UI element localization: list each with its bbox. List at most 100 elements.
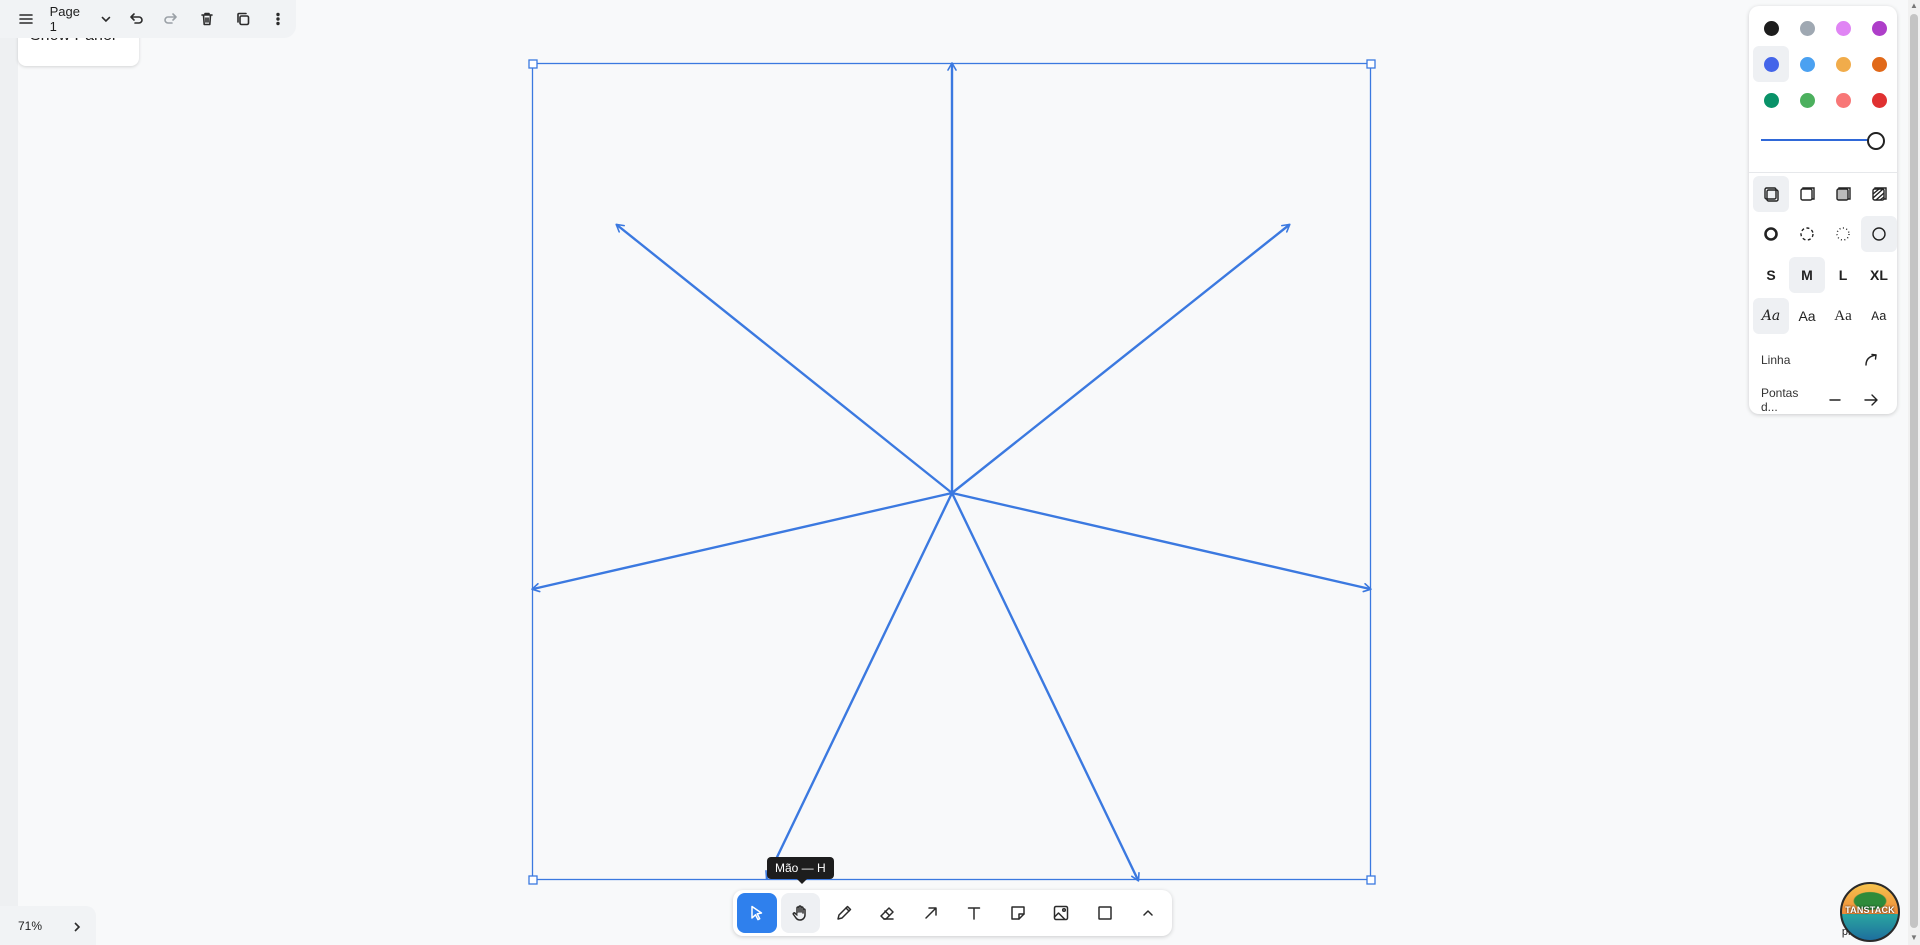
- font-mono-option[interactable]: Aa: [1861, 298, 1897, 334]
- chevron-up-icon: [1143, 910, 1153, 916]
- color-dot: [1799, 56, 1815, 72]
- resize-handle-top-left[interactable]: [528, 59, 538, 69]
- fill-none-option[interactable]: [1753, 176, 1789, 212]
- tooltip: Mão — H: [767, 857, 834, 884]
- undo-button[interactable]: [118, 0, 154, 38]
- fill-pattern-option[interactable]: [1861, 176, 1897, 212]
- size-option-xl[interactable]: XL: [1861, 257, 1897, 293]
- more-actions-button[interactable]: [260, 0, 296, 38]
- opacity-slider-thumb[interactable]: [1867, 132, 1885, 150]
- color-swatch-grey[interactable]: [1789, 10, 1825, 46]
- opacity-slider-track: [1761, 139, 1877, 141]
- draw-tool[interactable]: [824, 893, 864, 933]
- color-swatch-light-violet[interactable]: [1825, 10, 1861, 46]
- color-dot: [1763, 20, 1779, 36]
- note-icon: [1011, 906, 1025, 920]
- hand-tool[interactable]: [780, 893, 820, 933]
- rectangle-tool[interactable]: [1085, 893, 1125, 933]
- redo-button[interactable]: [154, 0, 190, 38]
- select-tool[interactable]: [737, 893, 777, 933]
- color-swatches: [1753, 10, 1897, 118]
- more-tools-button[interactable]: [1129, 893, 1169, 933]
- canvas[interactable]: [0, 0, 1920, 945]
- dash-style-row: [1753, 216, 1897, 252]
- redo-icon: [164, 13, 178, 24]
- fill-pattern-icon: [1872, 187, 1887, 201]
- main-menu-button[interactable]: [8, 0, 44, 38]
- resize-handle-bottom-right[interactable]: [1366, 875, 1376, 885]
- resize-handle-bottom-left[interactable]: [528, 875, 538, 885]
- color-swatch-violet[interactable]: [1861, 10, 1897, 46]
- undo-icon: [130, 13, 143, 24]
- dash-draw-option[interactable]: [1753, 216, 1789, 252]
- dash-dashed-option[interactable]: [1789, 216, 1825, 252]
- font-sans-option[interactable]: Aa: [1789, 298, 1825, 334]
- note-tool[interactable]: [998, 893, 1038, 933]
- divider: [1749, 172, 1897, 173]
- style-panel: S M L XL Aa Aa Aa Aa Linha Pontas d...: [1749, 6, 1897, 414]
- scroll-up-icon[interactable]: ▲: [1910, 2, 1918, 10]
- pencil-icon: [837, 905, 851, 920]
- color-dot: [1763, 56, 1779, 72]
- page-select[interactable]: Page 1: [44, 0, 118, 38]
- arrow-right[interactable]: [950, 491, 1372, 593]
- color-swatch-light-blue[interactable]: [1789, 46, 1825, 82]
- color-swatch-red[interactable]: [1861, 82, 1897, 118]
- color-swatch-orange[interactable]: [1861, 46, 1897, 82]
- color-swatch-light-green[interactable]: [1789, 82, 1825, 118]
- more-vertical-icon: [276, 12, 280, 26]
- color-swatch-black[interactable]: [1753, 10, 1789, 46]
- trash-icon: [201, 12, 213, 26]
- arrowhead-end-select[interactable]: [1853, 385, 1889, 415]
- fill-solid-icon: [1836, 187, 1851, 201]
- color-dot: [1835, 20, 1851, 36]
- scroll-down-icon[interactable]: ▼: [1910, 934, 1918, 942]
- spline-label: Linha: [1761, 353, 1791, 367]
- arrow-icon: [925, 907, 937, 919]
- eraser-tool[interactable]: [868, 893, 908, 933]
- size-option-m[interactable]: M: [1789, 257, 1825, 293]
- arrow-lower-right[interactable]: [950, 491, 1140, 882]
- size-row: S M L XL: [1753, 257, 1897, 293]
- size-option-l[interactable]: L: [1825, 257, 1861, 293]
- zoom-menu-button[interactable]: 71%: [0, 906, 96, 945]
- promo-badge[interactable]: Get a produ TANSTACK: [1794, 882, 1908, 945]
- arrow-left[interactable]: [531, 491, 954, 593]
- color-swatch-yellow[interactable]: [1825, 46, 1861, 82]
- fill-solid-option[interactable]: [1825, 176, 1861, 212]
- resize-handle-top-right[interactable]: [1366, 59, 1376, 69]
- scrollbar-thumb[interactable]: [1910, 14, 1918, 928]
- color-swatch-green[interactable]: [1753, 82, 1789, 118]
- color-dot: [1835, 92, 1851, 108]
- pointer-icon: [751, 905, 762, 921]
- vertical-scrollbar[interactable]: ▲ ▼: [1908, 0, 1920, 945]
- dash-dotted-option[interactable]: [1825, 216, 1861, 252]
- fill-semi-option[interactable]: [1789, 176, 1825, 212]
- arrow-upper-right[interactable]: [950, 223, 1291, 495]
- duplicate-button[interactable]: [225, 0, 261, 38]
- color-swatch-light-red[interactable]: [1825, 82, 1861, 118]
- arrow-tool[interactable]: [911, 893, 951, 933]
- font-serif-option[interactable]: Aa: [1825, 298, 1861, 334]
- top-menu-bar: Page 1: [0, 0, 296, 38]
- asset-tool[interactable]: [1042, 893, 1082, 933]
- color-dot: [1799, 20, 1815, 36]
- arrow-upper-left[interactable]: [615, 223, 954, 495]
- dash-dashed-icon: [1800, 227, 1814, 241]
- show-panel-button[interactable]: Show Panel: [18, 34, 139, 66]
- dash-solid-option[interactable]: [1861, 216, 1897, 252]
- chevron-down-icon: [101, 16, 111, 23]
- spline-toggle[interactable]: [1853, 345, 1889, 375]
- color-dot: [1871, 92, 1887, 108]
- font-row: Aa Aa Aa Aa: [1753, 298, 1897, 334]
- delete-button[interactable]: [189, 0, 225, 38]
- text-tool[interactable]: [955, 893, 995, 933]
- font-draw-option[interactable]: Aa: [1753, 298, 1789, 334]
- size-option-s[interactable]: S: [1753, 257, 1789, 293]
- arrow-lower-left[interactable]: [765, 491, 954, 880]
- text-icon: [968, 907, 981, 920]
- color-swatch-blue[interactable]: [1753, 46, 1789, 82]
- arrowhead-start-select[interactable]: [1817, 385, 1853, 415]
- hamburger-icon: [18, 14, 33, 24]
- opacity-slider[interactable]: [1761, 132, 1885, 150]
